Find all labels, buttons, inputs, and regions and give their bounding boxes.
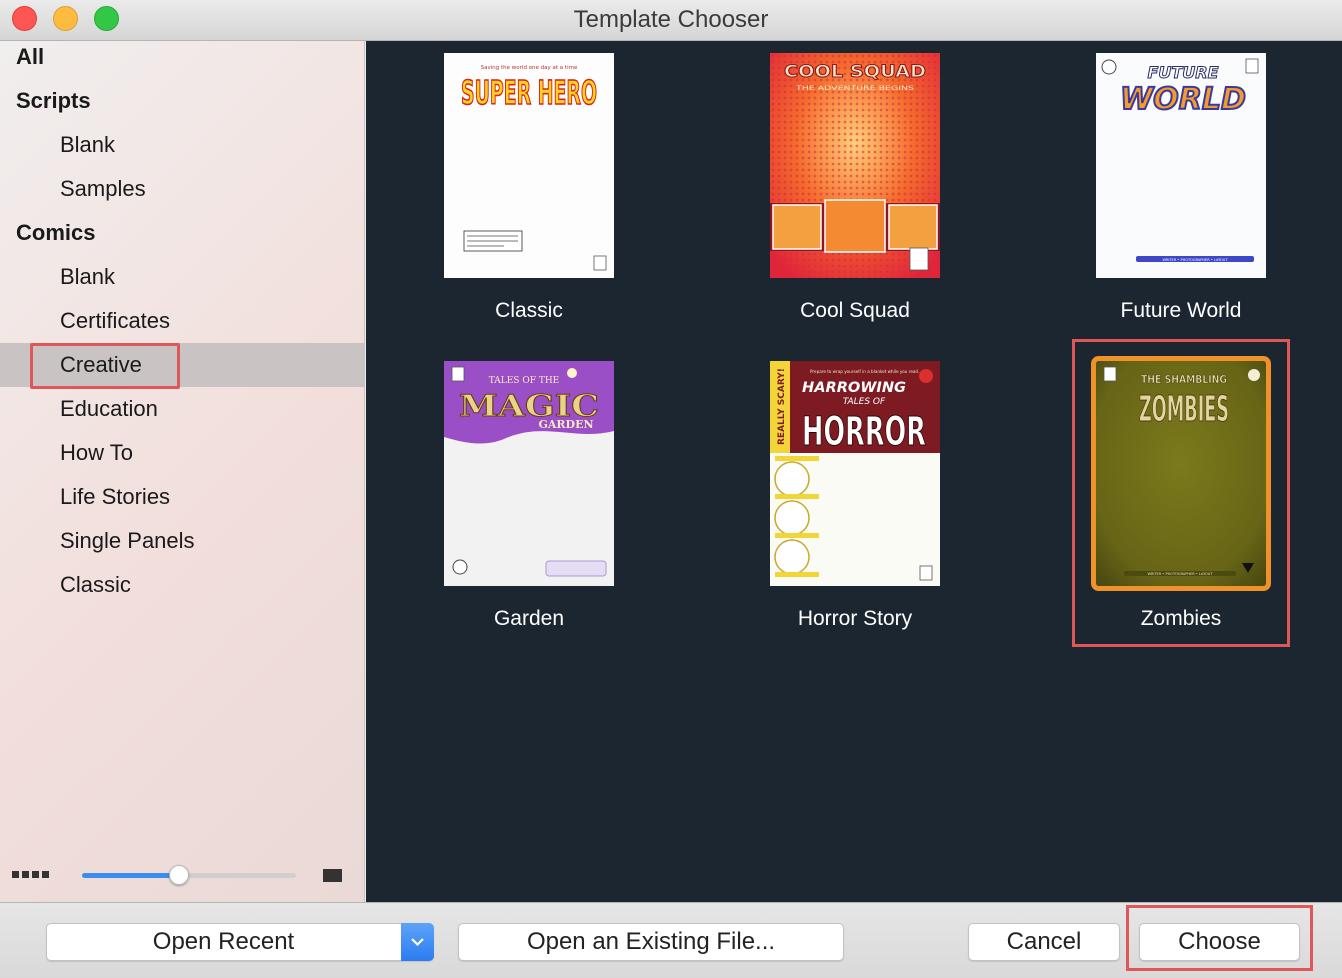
cover-subtitle: THE ADVENTURE BEGINS <box>794 85 914 92</box>
sidebar-item-certificates[interactable]: Certificates <box>0 299 364 343</box>
cover-tagline: Saving the world one day at a time <box>481 65 578 71</box>
template-tile-cool-squad[interactable]: COOL SQUAD THE ADVENTURE BEGINS Cool Squ… <box>692 41 1018 347</box>
cover-title-main: ZOMBIES <box>1139 389 1229 430</box>
cover-title: COOL SQUAD <box>784 62 926 82</box>
sidebar-item-scripts[interactable]: Scripts <box>0 79 364 123</box>
slider-fill <box>82 873 180 878</box>
large-thumbnails-icon <box>323 869 342 882</box>
template-label: Zombies <box>1140 607 1222 630</box>
bottom-toolbar: Open Recent Open an Existing File... Can… <box>0 902 1342 978</box>
sidebar-item-comics-blank[interactable]: Blank <box>0 255 364 299</box>
template-tile-garden[interactable]: TALES OF THE MAGIC GARDEN Garden <box>366 349 692 655</box>
cover-banner: REALLY SCARY! <box>777 368 787 445</box>
template-tile-future-world[interactable]: FUTURE WORLD WRITER • PHOTOGRAPHER • LAY… <box>1018 41 1342 347</box>
cover-title-top: HARROWING <box>802 380 906 396</box>
sidebar-item-comics[interactable]: Comics <box>0 211 364 255</box>
thumbnail-size-slider[interactable] <box>82 865 296 885</box>
cover-title-sub: GARDEN <box>538 418 593 431</box>
template-label: Future World <box>1120 299 1242 322</box>
cover-credits: WRITER • PHOTOGRAPHER • LAYOUT <box>1162 258 1228 262</box>
category-sidebar: All Scripts Blank Samples Comics Blank C… <box>0 41 365 902</box>
template-tile-classic[interactable]: Saving the world one day at a time SUPER… <box>366 41 692 347</box>
sidebar-item-scripts-blank[interactable]: Blank <box>0 123 364 167</box>
template-gallery: Saving the world one day at a time SUPER… <box>366 41 1342 902</box>
template-thumbnail[interactable]: COOL SQUAD THE ADVENTURE BEGINS <box>770 53 940 278</box>
template-label: Garden <box>493 607 565 630</box>
window-title: Template Chooser <box>573 6 769 33</box>
template-thumbnail[interactable]: THE SHAMBLING ZOMBIES WRITER • PHOTOGRAP… <box>1096 361 1266 586</box>
sidebar-item-classic[interactable]: Classic <box>0 563 364 607</box>
cover-title-top: THE SHAMBLING <box>1141 373 1227 386</box>
sidebar-item-life-stories[interactable]: Life Stories <box>0 475 364 519</box>
cover-title-main: HORROR <box>802 409 926 455</box>
sidebar-item-creative[interactable]: Creative <box>0 343 364 387</box>
cover-title-top: TALES OF THE <box>489 376 560 386</box>
sidebar-item-samples[interactable]: Samples <box>0 167 364 211</box>
cover-title-top: FUTURE <box>1147 63 1218 82</box>
choose-button[interactable]: Choose <box>1139 923 1300 961</box>
template-thumbnail[interactable]: TALES OF THE MAGIC GARDEN <box>444 361 614 586</box>
sidebar-item-all[interactable]: All <box>0 35 364 79</box>
template-thumbnail[interactable]: REALLY SCARY! Prepare to wrap yourself i… <box>770 361 940 586</box>
template-tile-horror-story[interactable]: REALLY SCARY! Prepare to wrap yourself i… <box>692 349 1018 655</box>
cover-title-mid: TALES OF <box>843 397 886 407</box>
thumbnail-size-control <box>0 855 364 895</box>
chevron-down-icon[interactable] <box>401 923 434 961</box>
sidebar-item-education[interactable]: Education <box>0 387 364 431</box>
slider-thumb[interactable] <box>169 865 190 885</box>
sidebar-item-how-to[interactable]: How To <box>0 431 364 475</box>
template-label: Cool Squad <box>800 299 910 322</box>
template-label: Horror Story <box>797 607 913 630</box>
cover-title-main: WORLD <box>1120 82 1246 117</box>
template-thumbnail[interactable]: Saving the world one day at a time SUPER… <box>444 53 614 278</box>
template-thumbnail[interactable]: FUTURE WORLD WRITER • PHOTOGRAPHER • LAY… <box>1096 53 1266 278</box>
open-recent-label: Open Recent <box>152 928 295 955</box>
cancel-button[interactable]: Cancel <box>968 923 1120 961</box>
cover-tagline: Prepare to wrap yourself in a blanket wh… <box>810 369 922 375</box>
cover-credits: WRITER • PHOTOGRAPHER • LAYOUT <box>1147 572 1213 576</box>
template-label: Classic <box>495 299 563 322</box>
small-thumbnails-icon <box>12 871 49 878</box>
cover-title: SUPER HERO <box>461 73 597 112</box>
template-tile-zombies[interactable]: THE SHAMBLING ZOMBIES WRITER • PHOTOGRAP… <box>1018 349 1342 655</box>
open-recent-popup[interactable]: Open Recent <box>46 923 434 961</box>
open-existing-file-button[interactable]: Open an Existing File... <box>458 923 844 961</box>
sidebar-item-single-panels[interactable]: Single Panels <box>0 519 364 563</box>
